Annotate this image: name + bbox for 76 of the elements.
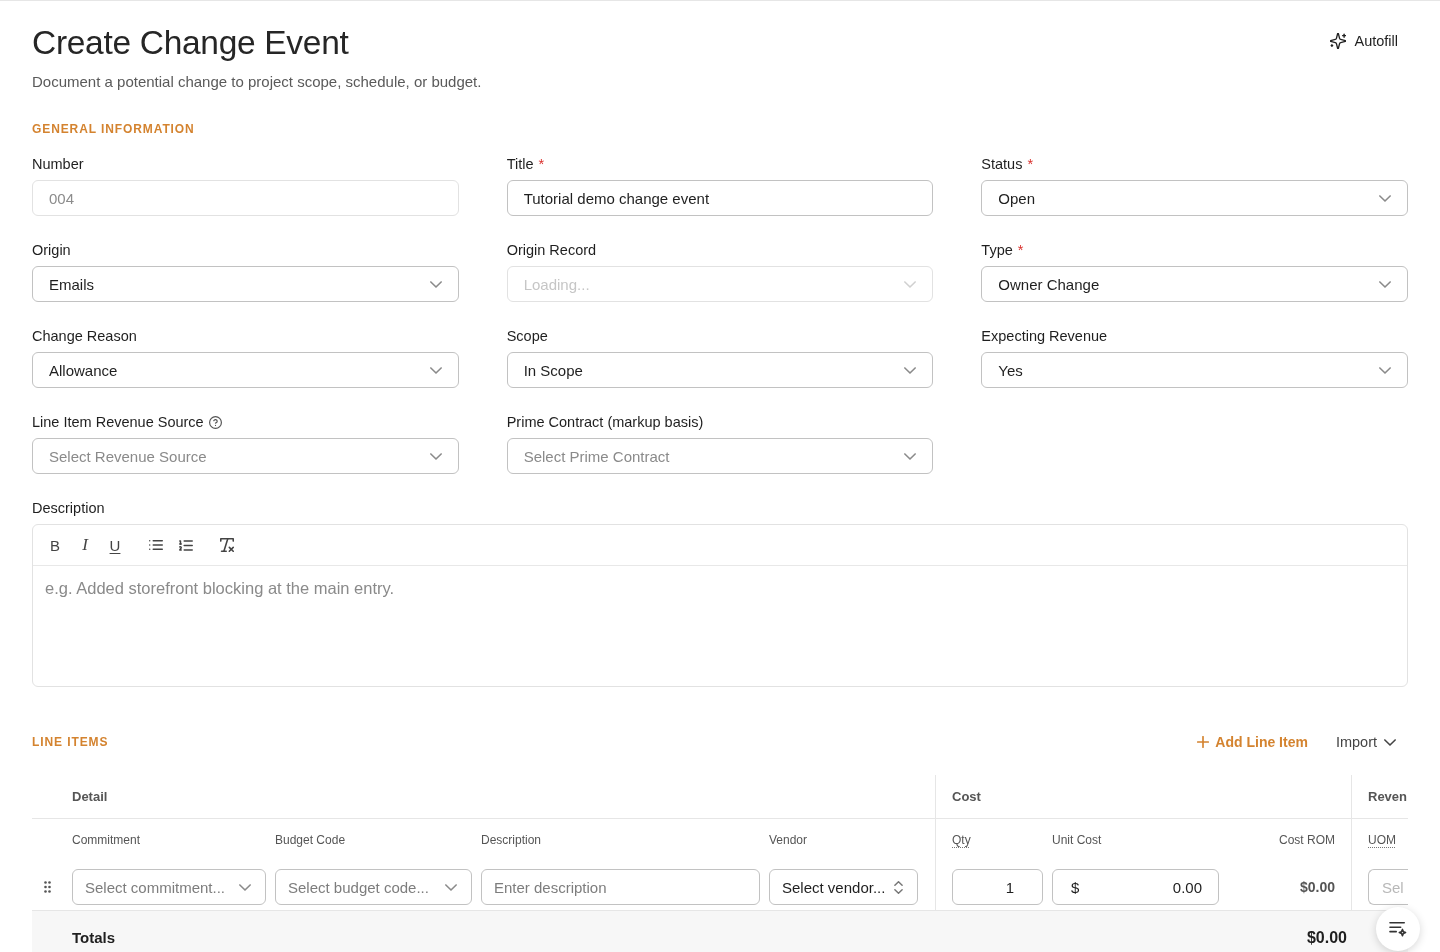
select-field[interactable]: Allowance bbox=[32, 352, 459, 388]
field-label: Origin bbox=[32, 242, 71, 258]
chevron-down-icon bbox=[429, 452, 442, 460]
field-label: Origin Record bbox=[506, 242, 597, 258]
chevron-down-icon bbox=[239, 883, 251, 891]
chevron-down-icon bbox=[1379, 366, 1391, 374]
select-field[interactable]: Open bbox=[981, 180, 1408, 216]
chevron-down-icon bbox=[1379, 194, 1391, 202]
required-asterisk: * bbox=[1017, 242, 1024, 258]
select-field[interactable]: In Scope bbox=[506, 352, 934, 388]
totals-label: Totals bbox=[72, 929, 116, 946]
field-label: Prime Contract (markup basis) bbox=[506, 414, 704, 430]
column-header: Description bbox=[481, 833, 542, 847]
field-label: Scope bbox=[506, 328, 548, 344]
column-header: Vendor bbox=[769, 833, 808, 847]
description-input[interactable]: e.g. Added storefront blocking at the main entry. bbox=[33, 566, 1407, 686]
chevron-down-icon bbox=[445, 883, 457, 891]
import-button[interactable]: Import bbox=[1329, 726, 1408, 758]
underline-button[interactable]: U bbox=[103, 531, 127, 559]
help-icon[interactable] bbox=[208, 415, 222, 429]
required-asterisk: * bbox=[1027, 156, 1034, 172]
field-label: Line Item Revenue Source bbox=[32, 414, 204, 430]
plus-icon bbox=[1197, 736, 1210, 748]
column-group-header: Cost bbox=[952, 789, 981, 804]
combobox-field[interactable]: Select vendor... bbox=[769, 869, 918, 905]
sparkles-icon bbox=[1330, 33, 1347, 49]
lines-sparkle-icon bbox=[1389, 921, 1407, 937]
currency-field[interactable]: $ 0.00 bbox=[1052, 869, 1219, 905]
grip-icon[interactable] bbox=[44, 881, 51, 893]
clear-formatting-icon bbox=[220, 538, 234, 552]
totals-value: $0.00 bbox=[1306, 928, 1347, 948]
select-field[interactable]: Emails bbox=[32, 266, 459, 302]
select-field[interactable]: Select Revenue Source bbox=[32, 438, 459, 474]
input-field[interactable]: Enter description bbox=[481, 869, 760, 905]
chevron-down-icon bbox=[904, 452, 917, 460]
column-header: Budget Code bbox=[275, 833, 346, 847]
section-heading: LINE ITEMS bbox=[32, 734, 109, 750]
select-field[interactable]: Select budget code... bbox=[275, 869, 472, 905]
field-label: Number bbox=[32, 156, 84, 172]
column-header: Commitment bbox=[72, 833, 140, 847]
field-label: Description bbox=[32, 500, 105, 516]
field-label: Expecting Revenue bbox=[981, 328, 1108, 344]
field-label: Title bbox=[506, 156, 534, 172]
amount-text: $0.00 bbox=[1299, 878, 1335, 897]
field-label: Status bbox=[981, 156, 1023, 172]
field-label: Type bbox=[981, 242, 1013, 258]
page-subtitle: Document a potential change to project scope, schedule, or budget. bbox=[32, 72, 482, 92]
chevron-down-icon bbox=[429, 280, 442, 288]
required-asterisk: * bbox=[538, 156, 545, 172]
chevron-down-icon bbox=[904, 280, 917, 288]
input-field[interactable]: Tutorial demo change event bbox=[506, 180, 934, 216]
chevrons-up-down-icon bbox=[894, 880, 903, 894]
autofill-button[interactable]: Autofill bbox=[1320, 25, 1408, 57]
column-header: Qty bbox=[952, 833, 971, 847]
column-header: Cost ROM bbox=[1279, 833, 1335, 847]
bullet-list-icon bbox=[149, 540, 163, 550]
bold-button[interactable]: B bbox=[43, 531, 67, 559]
page-title: Create Change Event bbox=[32, 24, 350, 62]
column-header: Unit Cost bbox=[1052, 833, 1102, 847]
section-heading: GENERAL INFORMATION bbox=[32, 121, 196, 137]
floating-action-button[interactable] bbox=[1376, 907, 1420, 951]
chevron-down-icon bbox=[1379, 280, 1391, 288]
chevron-down-icon bbox=[1384, 738, 1396, 746]
italic-button[interactable]: I bbox=[73, 531, 97, 559]
select-field[interactable]: Owner Change bbox=[981, 266, 1408, 302]
chevron-down-icon bbox=[429, 366, 442, 374]
column-header: UOM bbox=[1368, 833, 1396, 847]
numbered-list-icon bbox=[179, 539, 193, 551]
field-label: Change Reason bbox=[32, 328, 137, 344]
column-group-header: Detail bbox=[72, 789, 108, 804]
select-field[interactable]: Yes bbox=[981, 352, 1408, 388]
quantity-field[interactable]: 1 bbox=[952, 869, 1043, 905]
chevron-down-icon bbox=[904, 366, 917, 374]
column-group-header: Reven bbox=[1368, 789, 1408, 804]
select-field[interactable]: Select commitment... bbox=[72, 869, 266, 905]
select-field[interactable]: Select Prime Contract bbox=[506, 438, 934, 474]
